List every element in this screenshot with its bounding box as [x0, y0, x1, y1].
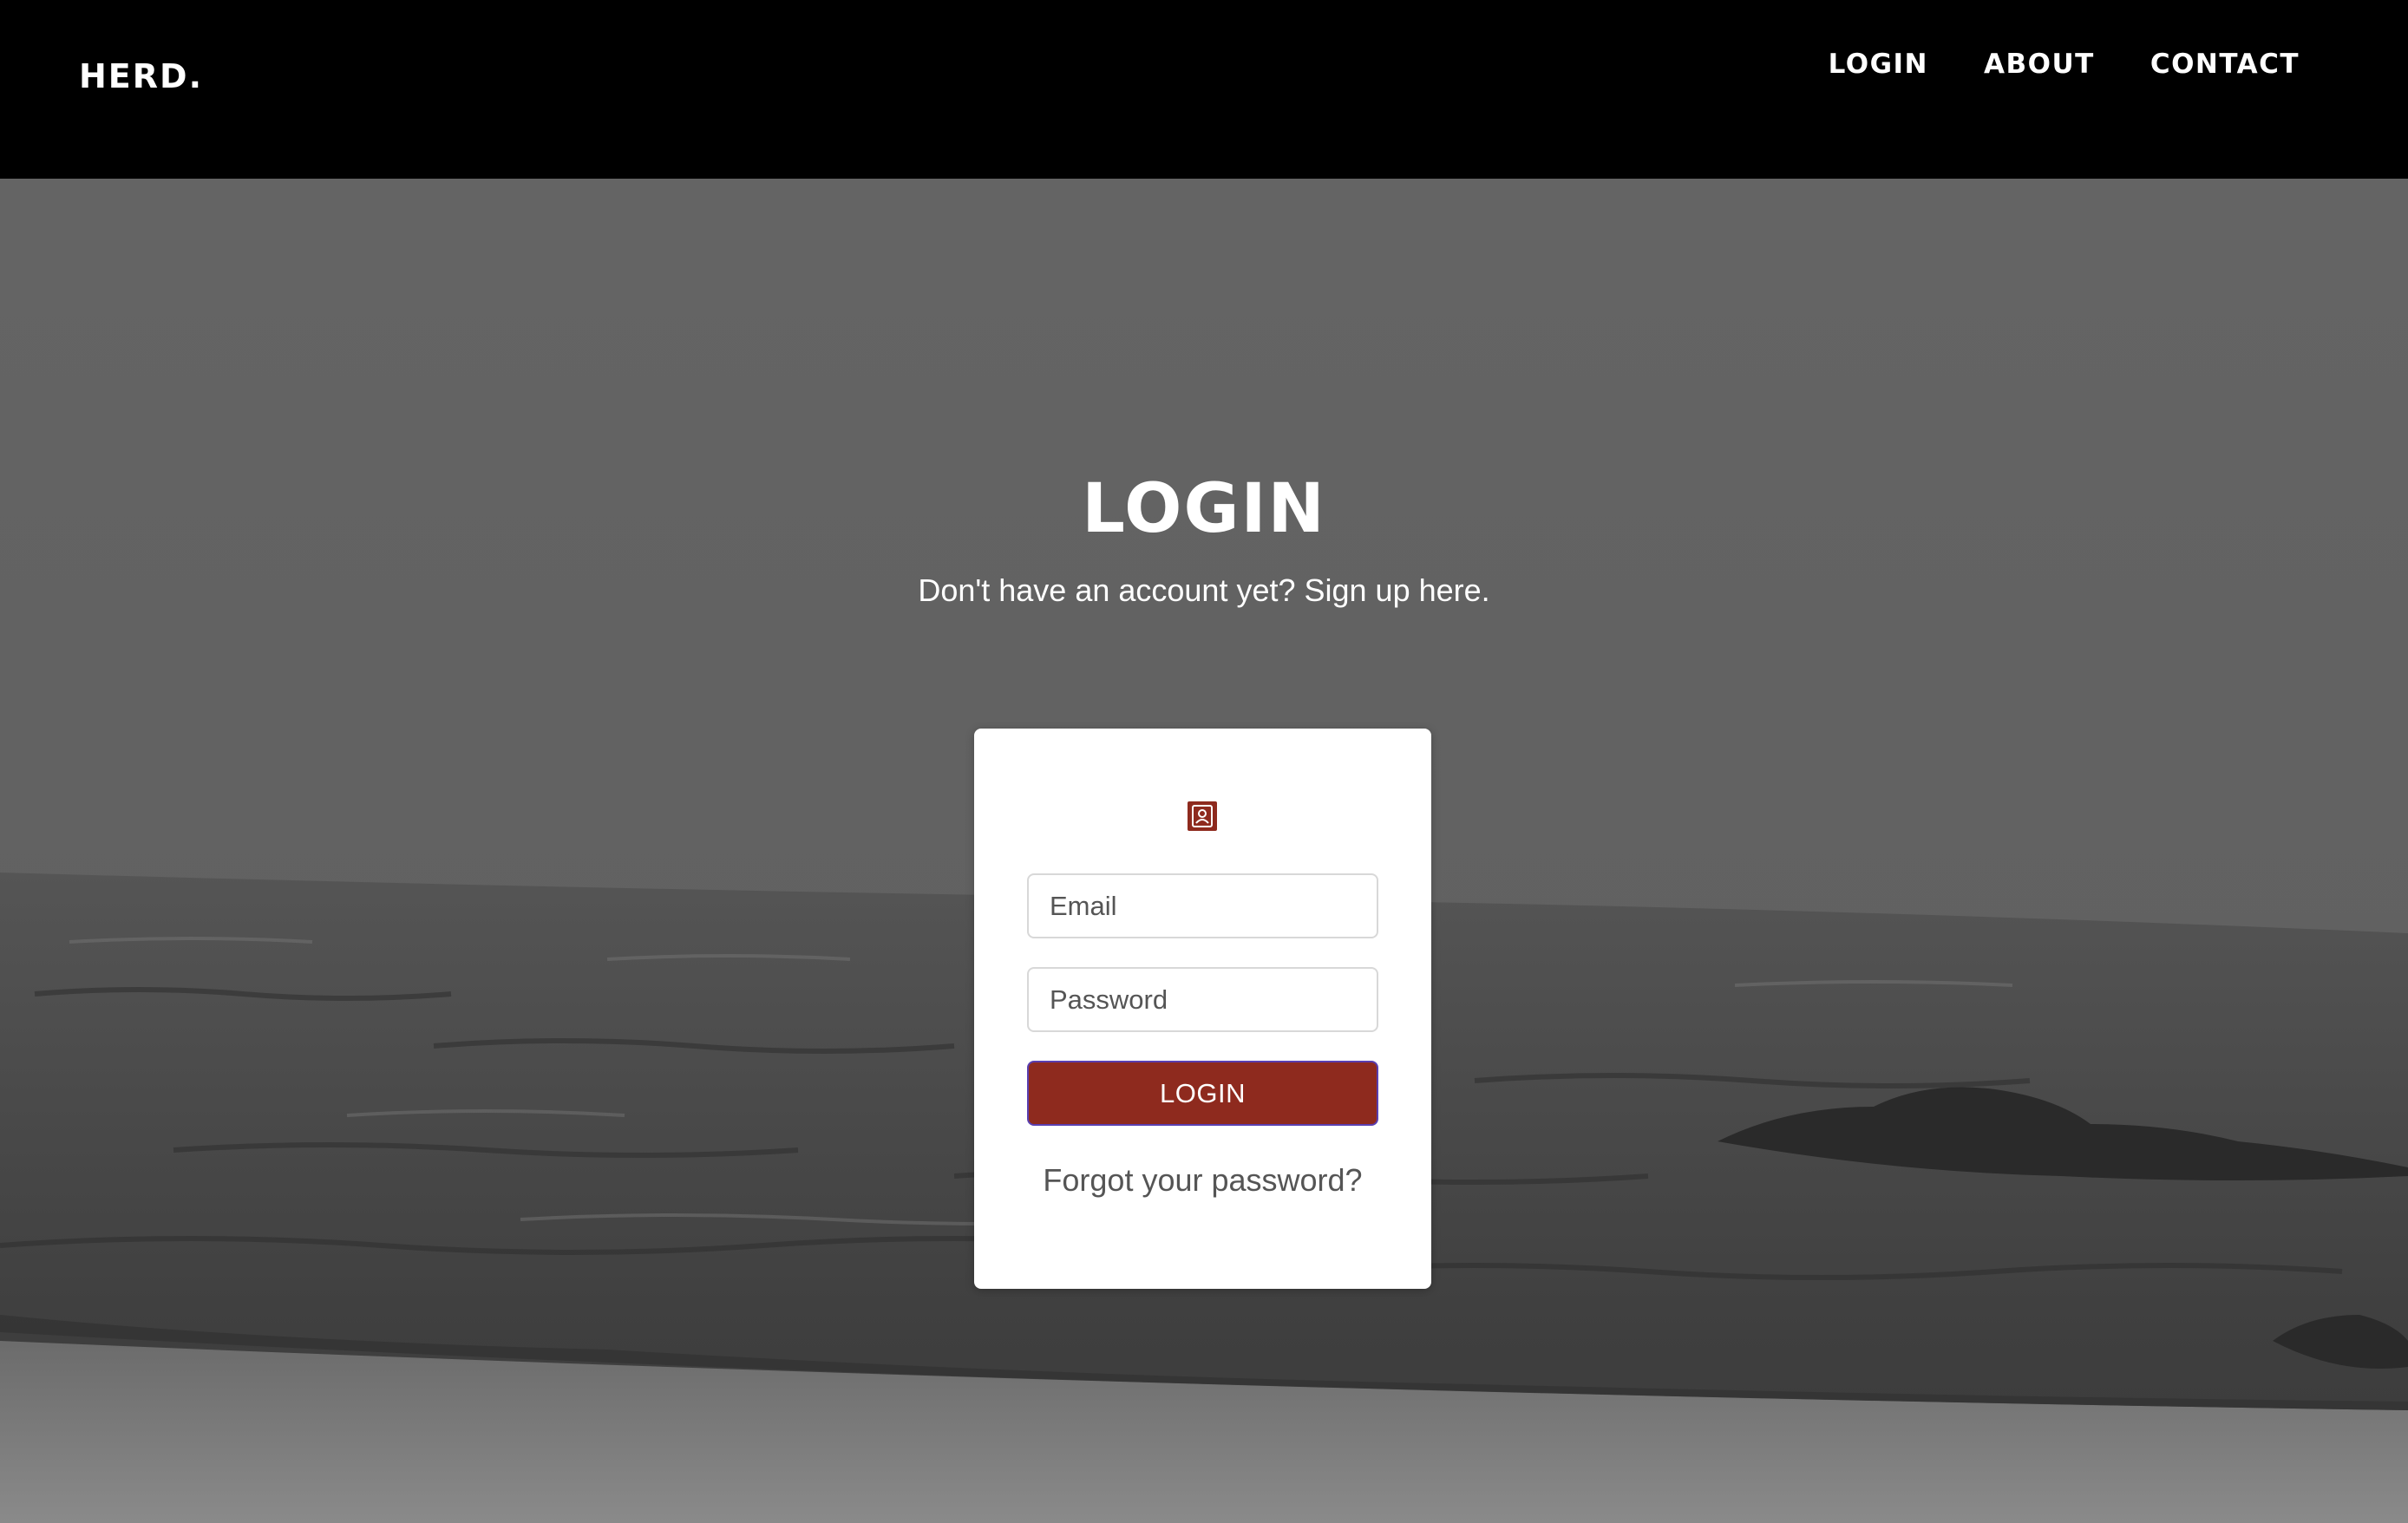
- login-submit-button[interactable]: LOGIN: [1027, 1061, 1378, 1126]
- top-navbar: HERD. LOGIN ABOUT CONTACT: [0, 0, 2408, 179]
- signup-prompt-text: Don't have an account yet?: [918, 572, 1305, 608]
- nav-link-login[interactable]: LOGIN: [1829, 49, 1928, 80]
- user-profile-icon: [1188, 801, 1217, 831]
- nav-link-contact[interactable]: CONTACT: [2150, 49, 2300, 80]
- page-title: LOGIN: [1082, 470, 1326, 548]
- email-field[interactable]: [1027, 873, 1378, 938]
- page: HERD. LOGIN ABOUT CONTACT LOGIN Don't ha…: [0, 0, 2408, 1523]
- nav-link-about[interactable]: ABOUT: [1984, 49, 2095, 80]
- signup-link[interactable]: Sign up here.: [1305, 572, 1490, 608]
- signup-prompt: Don't have an account yet? Sign up here.: [0, 572, 2408, 609]
- hero-section: LOGIN Don't have an account yet? Sign up…: [0, 179, 2408, 1523]
- password-field[interactable]: [1027, 967, 1378, 1032]
- login-card: LOGIN Forgot your password?: [974, 729, 1431, 1289]
- nav-links: LOGIN ABOUT CONTACT: [1829, 49, 2300, 80]
- brand-logo[interactable]: HERD.: [79, 57, 203, 95]
- forgot-password-link[interactable]: Forgot your password?: [974, 1162, 1431, 1199]
